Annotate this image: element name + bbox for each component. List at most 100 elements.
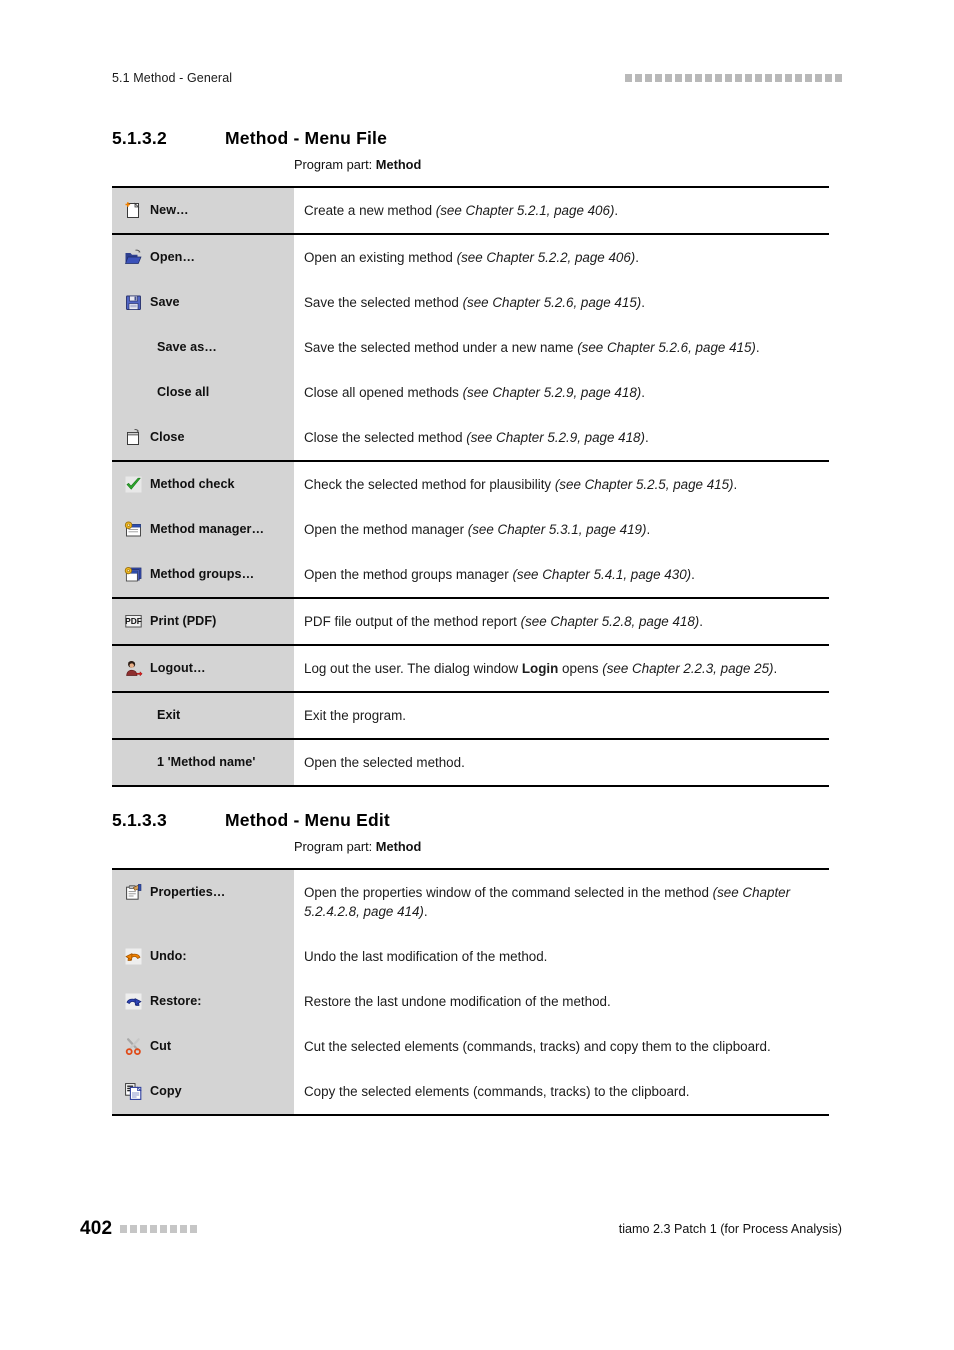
decoration-square [745,74,752,82]
menu-command[interactable]: 1 'Method name' [124,753,286,771]
open-folder-icon [124,248,143,267]
description-reference: (see Chapter 5.2.9, page 418) [462,385,642,401]
description-tail: . [644,430,649,446]
decoration-square [705,74,712,82]
description-plain-2: opens [558,661,603,677]
menu-description-text: Close the selected method (see Chapter 5… [304,428,817,447]
section-heading-5-1-3-2: 5.1.3.2 Method - Menu File [112,128,387,149]
program-part-line-1: Program part: Method [294,157,421,172]
svg-text:PDF: PDF [125,616,142,626]
section-title: Method - Menu Edit [225,810,390,830]
menu-command[interactable]: Method manager… [124,520,286,539]
menu-command-label: Undo: [150,949,187,964]
page-number: 402 [80,1218,113,1239]
undo-icon [124,947,143,966]
menu-file-table: New… Create a new method (see Chapter 5.2… [112,185,829,789]
decoration-square [815,74,822,82]
table-row: Undo: Undo the last modification of the m… [112,934,829,980]
menu-description-text: Log out the user. The dialog window Logi… [304,659,817,678]
menu-command[interactable]: Restore: [124,992,286,1011]
menu-command-cell: New… [112,185,294,235]
menu-description-text: Save the selected method under a new nam… [304,338,817,357]
table-row: Logout… Log out the user. The dialog wind… [112,644,829,693]
description-reference: (see Chapter 5.3.1, page 419) [467,522,647,538]
menu-command-label: Method manager… [150,522,265,537]
scissors-cut-icon [124,1037,143,1056]
menu-command[interactable]: Exit [124,706,286,724]
menu-command[interactable]: Close [124,428,286,447]
document-page: 5.1 Method - General 5.1.3.2 Method - Me… [0,0,954,1350]
menu-command-cell: Logout… [112,644,294,693]
menu-command-label: Close all [157,385,210,400]
menu-description-cell: Save the selected method under a new nam… [294,325,829,371]
menu-command[interactable]: Logout… [124,659,286,678]
menu-command[interactable]: Method check [124,475,286,494]
menu-command[interactable]: Save [124,293,286,312]
decoration-square [775,74,782,82]
description-emphasis: Login [521,661,559,677]
decoration-square [735,74,742,82]
menu-description-text: Open the method manager (see Chapter 5.3… [304,520,817,539]
decoration-square [795,74,802,82]
menu-command[interactable]: Method groups… [124,565,286,584]
menu-command-label: Logout… [150,661,206,676]
menu-description-text: PDF file output of the method report (se… [304,612,817,631]
program-part-label: Program part: [294,839,376,854]
menu-command-cell: Cut [112,1024,294,1070]
menu-command[interactable]: Save as… [124,338,286,356]
menu-command-cell: Close [112,415,294,462]
menu-command-cell: Restore: [112,979,294,1025]
menu-description-text: Restore the last undone modification of … [304,992,817,1011]
menu-command[interactable]: Properties… [124,883,286,902]
decoration-square [140,1225,148,1233]
program-part-line-2: Program part: Method [294,839,421,854]
menu-command[interactable]: Cut [124,1037,286,1056]
menu-description-text: Exit the program. [304,706,817,725]
menu-command[interactable]: Undo: [124,947,286,966]
menu-command-label: Restore: [150,994,202,1009]
running-header: 5.1 Method - General [112,66,842,90]
menu-description-text: Open the selected method. [304,753,817,772]
description-plain: PDF file output of the method report [304,614,521,630]
menu-command-cell: Method manager… [112,507,294,553]
menu-command-cell: Open… [112,233,294,281]
program-part-value: Method [375,839,422,854]
description-plain: Close the selected method [304,430,467,446]
menu-command[interactable]: PDF Print (PDF) [124,612,286,631]
footer-decoration-squares [120,1225,198,1233]
decoration-square [675,74,682,82]
decoration-square [120,1225,128,1233]
menu-command[interactable]: New… [124,201,286,220]
table-row: Copy Copy the selected elements (commands… [112,1069,829,1116]
menu-command-label: Method check [150,477,235,492]
menu-description-cell: Cut the selected elements (commands, tra… [294,1024,829,1070]
menu-command[interactable]: Copy [124,1082,286,1101]
table-row: Method groups… Open the method groups man… [112,552,829,599]
menu-command[interactable]: Close all [124,383,286,401]
method-manager-icon [124,520,143,539]
menu-command[interactable]: Open… [124,248,286,267]
description-plain: Cut the selected elements (commands, tra… [304,1039,771,1055]
table-row: Restore: Restore the last undone modifica… [112,979,829,1025]
menu-description-text: Open the method groups manager (see Chap… [304,565,817,584]
menu-command-label: Print (PDF) [150,614,217,629]
menu-description-cell: Copy the selected elements (commands, tr… [294,1069,829,1116]
menu-description-cell: Open the method groups manager (see Chap… [294,552,829,599]
copy-icon [124,1082,143,1101]
menu-command-cell: Undo: [112,934,294,980]
description-plain: Save the selected method under a new nam… [304,340,578,356]
menu-description-cell: Save the selected method (see Chapter 5.… [294,280,829,326]
description-reference: (see Chapter 5.2.1, page 406) [435,203,615,218]
logout-user-icon [124,659,143,678]
decoration-square [160,1225,168,1233]
description-reference: (see Chapter 5.2.5, page 415) [554,477,734,493]
description-plain: Open the method groups manager [304,567,513,583]
decoration-square [170,1225,178,1233]
decoration-square [665,74,672,82]
menu-command-label: New… [150,203,189,217]
menu-command-label: Properties… [150,885,226,899]
menu-command-label: Exit [157,708,181,723]
menu-command-cell: 1 'Method name' [112,738,294,787]
table-row: Method manager… Open the method manager (… [112,507,829,553]
menu-command-cell: Close all [112,370,294,416]
